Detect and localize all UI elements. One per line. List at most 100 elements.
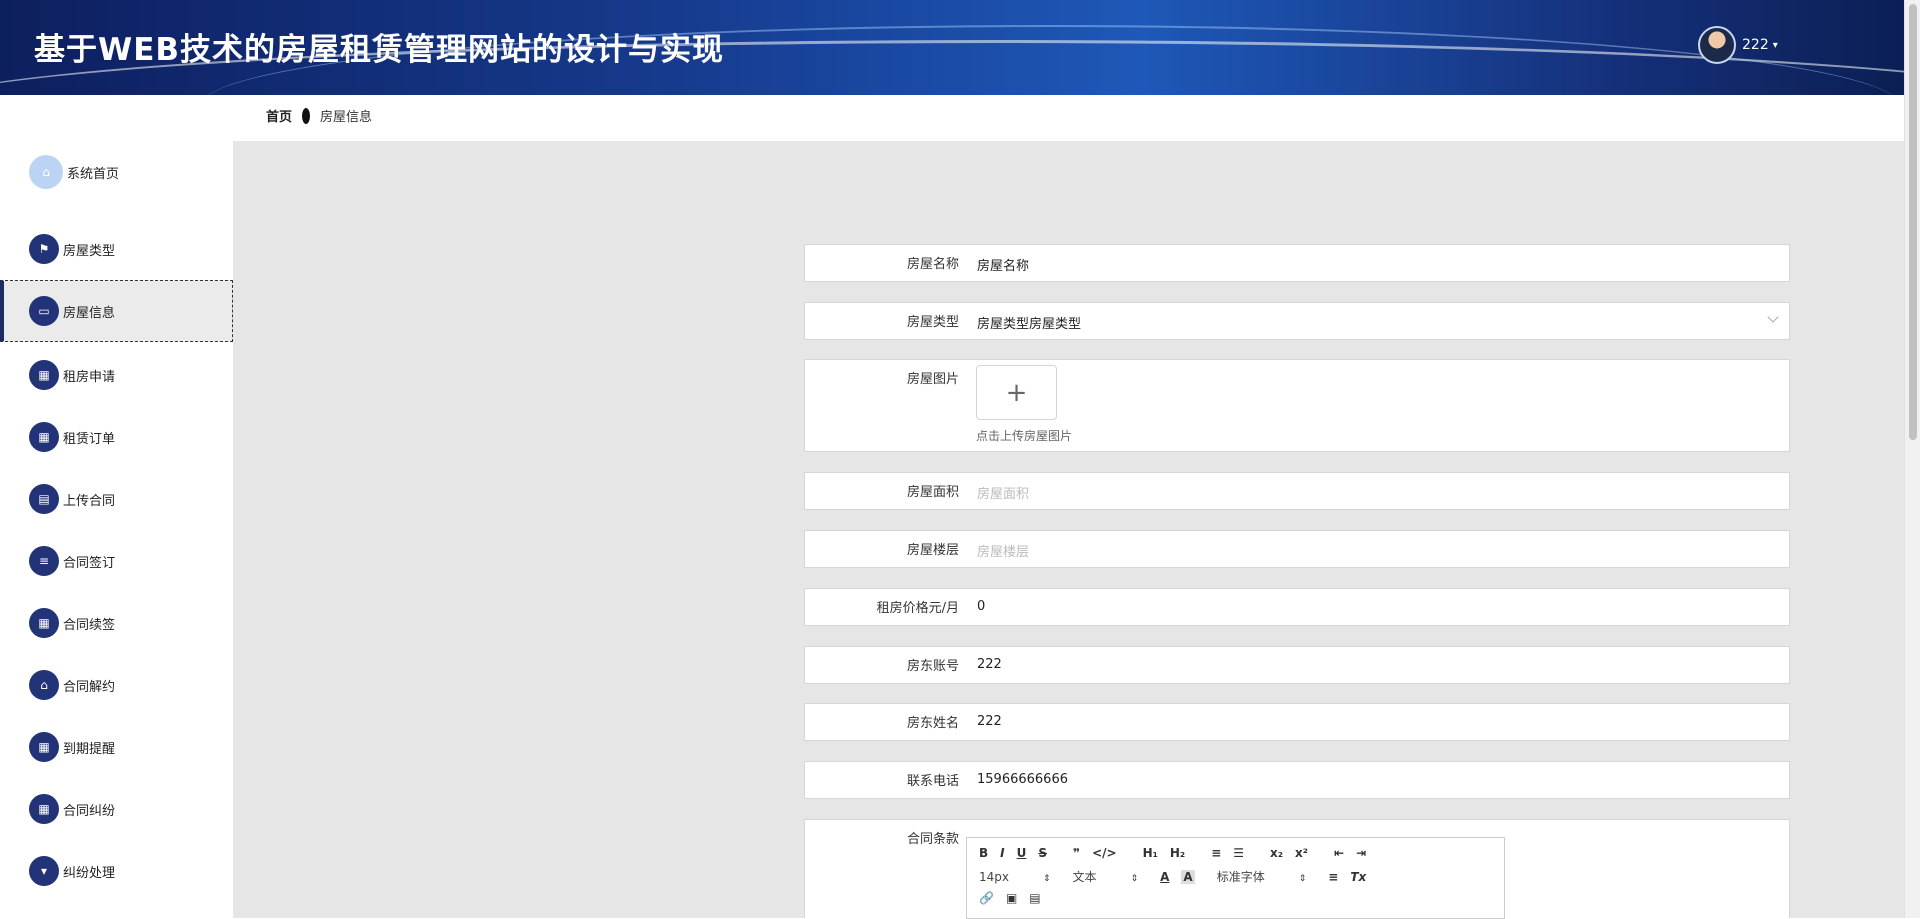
h1-button[interactable]: H₁ xyxy=(1143,846,1158,860)
code-button[interactable]: </> xyxy=(1092,846,1117,860)
house-image-label: 房屋图片 xyxy=(906,372,959,387)
clear-format-icon[interactable]: Tx xyxy=(1350,870,1366,884)
sidebar-item-rent-application[interactable]: ▦ 租房申请 xyxy=(0,344,233,406)
sidebar-item-label: 上传合同 xyxy=(63,493,116,509)
house-area-input[interactable]: 房屋面积 xyxy=(977,483,1029,502)
outdent-button[interactable]: ⇤ xyxy=(1334,846,1344,860)
grid-icon: ▦ xyxy=(29,422,59,452)
breadcrumb-current: 房屋信息 xyxy=(320,110,373,125)
grid-icon: ▦ xyxy=(29,608,59,638)
chevron-down-icon[interactable] xyxy=(1767,311,1779,323)
house-type-label: 房屋类型 xyxy=(906,315,959,330)
pin-icon: ▾ xyxy=(29,856,59,886)
rich-text-editor[interactable]: B I U S ❞ </> H₁ H₂ ≡ ☰ x₂ x² ⇤ ⇥ 14px ⇕ … xyxy=(966,837,1505,919)
upload-hint: 点击上传房屋图片 xyxy=(976,429,1073,443)
house-icon: ⌂ xyxy=(29,670,59,700)
form-row-contract-terms: 合同条款 B I U S ❞ </> H₁ H₂ ≡ ☰ x₂ x² ⇤ ⇥ 1… xyxy=(804,819,1790,919)
user-menu[interactable]: 222 ▾ xyxy=(1698,26,1778,64)
top-header: 基于WEB技术的房屋租赁管理网站的设计与实现 222 ▾ xyxy=(0,0,1904,95)
sidebar-item-contract-termination[interactable]: ⌂ 合同解约 xyxy=(0,654,233,716)
house-floor-input[interactable]: 房屋楼层 xyxy=(977,541,1029,560)
scrollbar-thumb[interactable] xyxy=(1909,4,1917,440)
font-family-select[interactable]: 标准字体 ⇕ xyxy=(1217,868,1307,885)
sidebar-item-contract-renewal[interactable]: ▦ 合同续签 xyxy=(0,592,233,654)
page-scrollbar[interactable] xyxy=(1904,0,1920,918)
form-row-house-type[interactable]: 房屋类型 房屋类型房屋类型 xyxy=(804,302,1790,340)
sidebar-item-expiry-reminder[interactable]: ▦ 到期提醒 xyxy=(0,716,233,778)
font-size-select[interactable]: 14px ⇕ xyxy=(979,870,1051,884)
subscript-button[interactable]: x₂ xyxy=(1270,846,1283,860)
sidebar: ⌂ 系统首页 ⚑ 房屋类型 ▭ 房屋信息 ▦ 租房申请 ▦ 租赁订单 ▤ 上传合… xyxy=(0,141,233,918)
underline-button[interactable]: U xyxy=(1017,846,1027,860)
image-upload-button[interactable]: + xyxy=(976,365,1057,420)
sidebar-item-label: 系统首页 xyxy=(67,166,120,182)
house-floor-label: 房屋楼层 xyxy=(906,543,959,558)
sidebar-item-rental-orders[interactable]: ▦ 租赁订单 xyxy=(0,406,233,468)
sidebar-item-contract-dispute[interactable]: ▦ 合同纠纷 xyxy=(0,778,233,840)
breadcrumb-home[interactable]: 首页 xyxy=(266,106,292,125)
sidebar-item-house-info[interactable]: ▭ 房屋信息 xyxy=(0,280,233,342)
strike-button[interactable]: S xyxy=(1038,846,1047,860)
form-row-house-area: 房屋面积 房屋面积 xyxy=(804,472,1790,510)
bold-button[interactable]: B xyxy=(979,846,988,860)
sidebar-item-home[interactable]: ⌂ 系统首页 xyxy=(0,141,233,203)
house-name-input[interactable]: 房屋名称 xyxy=(977,255,1029,274)
rent-price-label: 租房价格元/月 xyxy=(876,601,959,616)
breadcrumb: 首页 房屋信息 xyxy=(266,106,372,125)
caret-down-icon[interactable]: ▾ xyxy=(1773,40,1778,51)
house-area-label: 房屋面积 xyxy=(906,485,959,500)
sidebar-item-contract-sign[interactable]: ≡ 合同签订 xyxy=(0,530,233,592)
grid-icon: ▦ xyxy=(29,732,59,762)
form-row-house-name: 房屋名称 房屋名称 xyxy=(804,244,1790,282)
text-style-select[interactable]: 文本 ⇕ xyxy=(1073,868,1139,885)
superscript-button[interactable]: x² xyxy=(1295,846,1308,860)
indent-button[interactable]: ⇥ xyxy=(1356,846,1366,860)
bullet-list-button[interactable]: ☰ xyxy=(1233,846,1244,860)
sidebar-item-label: 房屋信息 xyxy=(63,305,116,321)
sliders-icon: ≡ xyxy=(29,546,59,576)
sidebar-item-label: 到期提醒 xyxy=(63,741,116,757)
font-color-icon[interactable]: A xyxy=(1160,870,1169,884)
grid-icon: ▦ xyxy=(29,360,59,390)
background-color-icon[interactable]: A xyxy=(1181,869,1195,884)
breadcrumb-separator-icon xyxy=(302,107,311,124)
house-name-label: 房屋名称 xyxy=(906,257,959,272)
avatar[interactable] xyxy=(1698,26,1736,64)
landlord-name-label: 房东姓名 xyxy=(906,716,959,731)
sidebar-item-label: 租房申请 xyxy=(63,369,116,385)
main-content: 房屋名称 房屋名称 房屋类型 房屋类型房屋类型 房屋图片 + 点击上传房屋图片 … xyxy=(233,141,1904,919)
form-row-landlord-name: 房东姓名 222 xyxy=(804,703,1790,741)
image-icon[interactable]: ▣ xyxy=(1006,891,1017,905)
monitor-icon: ▭ xyxy=(29,296,59,326)
h2-button[interactable]: H₂ xyxy=(1170,846,1185,860)
sidebar-item-dispute-handling[interactable]: ▾ 纠纷处理 xyxy=(0,840,233,902)
sidebar-item-label: 合同纠纷 xyxy=(63,803,116,819)
sidebar-item-upload-contract[interactable]: ▤ 上传合同 xyxy=(0,468,233,530)
flag-icon: ⚑ xyxy=(29,234,59,264)
contract-terms-label: 合同条款 xyxy=(906,832,959,847)
phone-input[interactable]: 15966666666 xyxy=(977,772,1068,787)
quote-button[interactable]: ❞ xyxy=(1073,846,1080,860)
sidebar-item-house-type[interactable]: ⚑ 房屋类型 xyxy=(0,218,233,280)
house-type-select[interactable]: 房屋类型房屋类型 xyxy=(977,313,1081,332)
home-icon: ⌂ xyxy=(29,155,63,189)
editor-toolbar-row-2: 14px ⇕ 文本 ⇕ A A 标准字体 ⇕ ≡ Tx xyxy=(979,868,1378,885)
landlord-account-label: 房东账号 xyxy=(906,659,959,674)
link-icon[interactable]: 🔗 xyxy=(979,891,994,905)
editor-toolbar-row-1: B I U S ❞ </> H₁ H₂ ≡ ☰ x₂ x² ⇤ ⇥ xyxy=(979,846,1378,860)
ordered-list-button[interactable]: ≡ xyxy=(1211,846,1221,860)
video-icon[interactable]: ▤ xyxy=(1029,891,1040,905)
sidebar-item-label: 合同签订 xyxy=(63,555,116,571)
italic-button[interactable]: I xyxy=(1000,846,1004,860)
landlord-account-input[interactable]: 222 xyxy=(977,657,1002,672)
sidebar-item-label: 合同解约 xyxy=(63,679,116,695)
form-row-landlord-account: 房东账号 222 xyxy=(804,646,1790,684)
user-name[interactable]: 222 xyxy=(1742,37,1769,53)
align-icon[interactable]: ≡ xyxy=(1328,870,1338,884)
site-title: 基于WEB技术的房屋租赁管理网站的设计与实现 xyxy=(34,32,724,68)
form-row-house-image: 房屋图片 + 点击上传房屋图片 xyxy=(804,359,1790,452)
rent-price-input[interactable]: 0 xyxy=(977,599,985,614)
sidebar-item-label: 房屋类型 xyxy=(63,243,116,259)
landlord-name-input[interactable]: 222 xyxy=(977,714,1002,729)
sidebar-item-label: 纠纷处理 xyxy=(63,865,116,881)
